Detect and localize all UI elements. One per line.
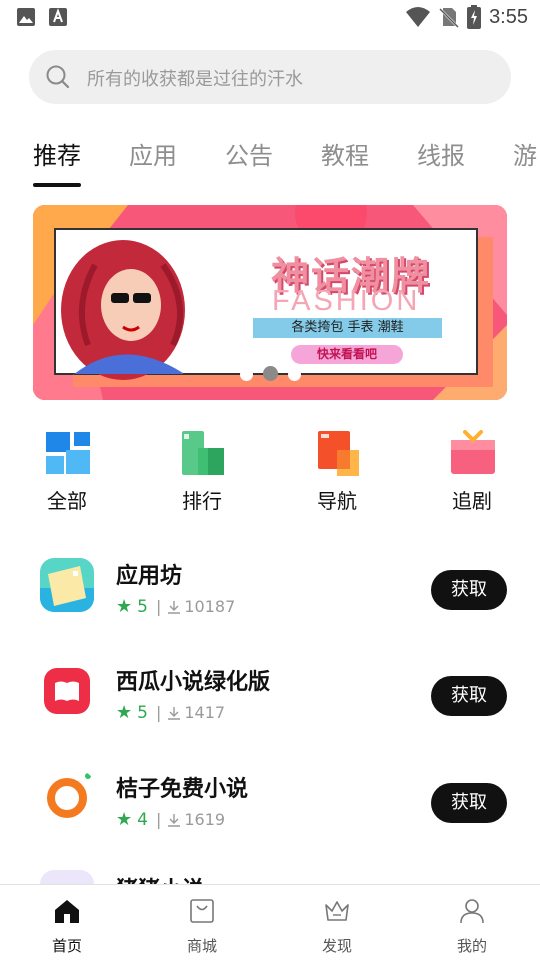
app-downloads: 1619 xyxy=(184,810,226,829)
app-rating: 4 xyxy=(137,809,148,830)
app-downloads: 10187 xyxy=(184,597,236,616)
search-icon xyxy=(46,65,70,89)
search-bar[interactable]: 所有的收获都是过往的汗水 xyxy=(29,50,511,104)
nav-profile[interactable]: 我的 xyxy=(432,897,512,957)
app-meta: ★ 5 | 1417 xyxy=(116,702,225,723)
crown-icon xyxy=(325,901,349,921)
quick-all[interactable]: 全部 xyxy=(22,430,112,520)
download-icon xyxy=(168,706,181,720)
app-downloads: 1417 xyxy=(184,703,226,722)
tab-recommend[interactable]: 推荐 xyxy=(33,136,81,171)
carousel-dot-active[interactable] xyxy=(263,366,278,381)
banner-cta[interactable]: 快来看看吧 xyxy=(291,345,403,364)
quick-drama[interactable]: 追剧 xyxy=(427,430,517,520)
shopping-bag-icon xyxy=(190,899,214,923)
star-icon: ★ xyxy=(116,702,133,723)
app-meta: ★ 5 | 10187 xyxy=(116,596,235,617)
font-icon xyxy=(49,8,67,26)
get-button[interactable]: 获取 xyxy=(431,676,507,716)
quick-label: 导航 xyxy=(317,489,357,513)
app-workshop-icon xyxy=(40,558,94,612)
divider: | xyxy=(155,703,162,722)
promo-banner[interactable]: 神话潮牌 FASHION 各类挎包 手表 潮鞋 快来看看吧 xyxy=(33,205,507,400)
app-name: 西瓜小说绿化版 xyxy=(116,670,271,695)
banner-subtitle: FASHION xyxy=(272,285,421,317)
quick-label: 追剧 xyxy=(452,489,492,513)
nav-label: 我的 xyxy=(456,937,487,955)
battery-charging-icon xyxy=(467,5,482,29)
divider: | xyxy=(155,810,162,829)
nav-shop[interactable]: 商城 xyxy=(162,897,242,957)
divider: | xyxy=(155,597,162,616)
banner-tagline: 各类挎包 手表 潮鞋 xyxy=(253,318,442,338)
status-bar: 3:55 xyxy=(0,0,540,36)
carousel-dot[interactable] xyxy=(288,368,301,381)
tv-drama-icon xyxy=(451,430,495,474)
list-item[interactable]: 应用坊 ★ 5 | 10187 获取 xyxy=(0,558,540,658)
grid-all-icon xyxy=(46,432,90,474)
home-icon xyxy=(55,900,79,923)
user-icon xyxy=(460,899,484,924)
download-icon xyxy=(168,813,181,827)
quick-label: 排行 xyxy=(182,489,222,513)
tab-announcements[interactable]: 公告 xyxy=(225,136,273,171)
nav-label: 首页 xyxy=(51,937,82,955)
quick-label: 全部 xyxy=(47,489,87,513)
ranking-icon xyxy=(182,431,224,475)
nav-label: 发现 xyxy=(321,937,352,955)
nav-home[interactable]: 首页 xyxy=(27,897,107,957)
get-button[interactable]: 获取 xyxy=(431,570,507,610)
star-icon: ★ xyxy=(116,809,133,830)
book-icon xyxy=(40,664,94,718)
app-rating: 5 xyxy=(137,702,148,723)
tab-apps[interactable]: 应用 xyxy=(129,136,177,171)
star-icon: ★ xyxy=(116,596,133,617)
wifi-icon xyxy=(406,7,431,27)
get-button[interactable]: 获取 xyxy=(431,783,507,823)
search-input[interactable]: 所有的收获都是过往的汗水 xyxy=(87,65,303,91)
tab-deals[interactable]: 线报 xyxy=(417,136,465,171)
tab-tutorials[interactable]: 教程 xyxy=(321,136,369,171)
image-icon xyxy=(17,8,35,26)
category-tabs: 推荐 应用 公告 教程 线报 游 xyxy=(0,120,540,190)
carousel-dot[interactable] xyxy=(240,368,253,381)
quick-ranking[interactable]: 排行 xyxy=(157,430,247,520)
app-name: 应用坊 xyxy=(116,564,183,589)
nav-label: 商城 xyxy=(186,937,217,955)
app-rating: 5 xyxy=(137,596,148,617)
quick-navigation[interactable]: 导航 xyxy=(292,430,382,520)
nav-discover[interactable]: 发现 xyxy=(297,897,377,957)
tab-indicator xyxy=(33,183,81,187)
app-meta: ★ 4 | 1619 xyxy=(116,809,225,830)
tab-games[interactable]: 游 xyxy=(513,136,537,171)
list-item[interactable]: 西瓜小说绿化版 ★ 5 | 1417 获取 xyxy=(0,664,540,764)
clock: 3:55 xyxy=(489,5,528,28)
list-item[interactable]: 桔子免费小说 ★ 4 | 1619 获取 xyxy=(0,771,540,871)
app-name: 桔子免费小说 xyxy=(116,777,249,802)
no-sim-icon xyxy=(439,8,459,28)
bottom-navigation: 首页 商城 发现 我的 xyxy=(0,884,540,960)
orange-ring-icon xyxy=(40,771,94,825)
download-icon xyxy=(168,600,181,614)
navigation-icon xyxy=(318,431,359,476)
